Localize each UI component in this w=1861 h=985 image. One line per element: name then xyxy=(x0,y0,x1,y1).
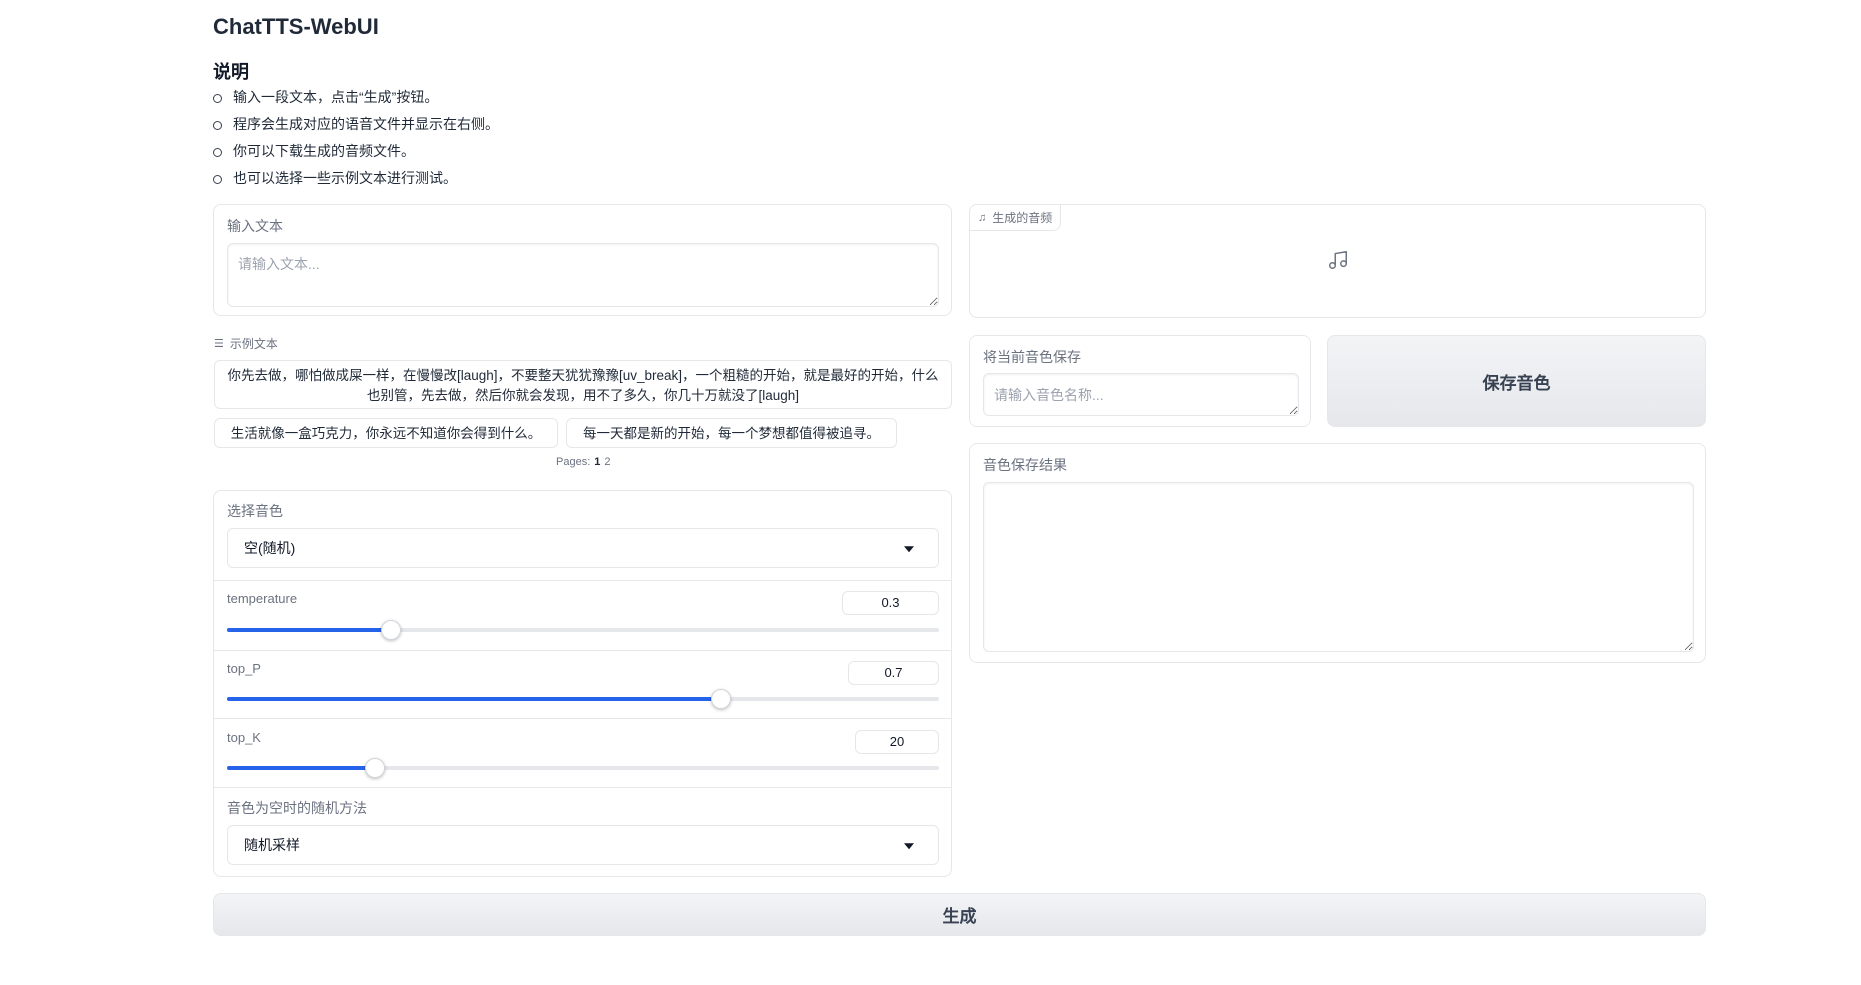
instruction-item: 你可以下载生成的音频文件。 xyxy=(213,138,499,165)
instruction-item: 程序会生成对应的语音文件并显示在右侧。 xyxy=(213,111,499,138)
voice-select-label: 选择音色 xyxy=(227,503,283,519)
page-2-link[interactable]: 2 xyxy=(604,456,610,468)
list-icon: ☰ xyxy=(214,338,224,350)
slider-handle[interactable] xyxy=(380,620,401,640)
temperature-input[interactable]: 0.3 xyxy=(842,591,939,615)
top-k-input[interactable]: 20 xyxy=(855,730,939,754)
audio-output-badge: ♫ 生成的音频 xyxy=(970,205,1062,231)
random-method-label: 音色为空时的随机方法 xyxy=(227,800,367,816)
instruction-item: 也可以选择一些示例文本进行测试。 xyxy=(213,165,499,192)
slider-fill xyxy=(227,628,391,632)
music-note-icon: ♫ xyxy=(978,211,987,224)
chevron-down-icon xyxy=(904,843,914,850)
instructions-list: 输入一段文本，点击“生成”按钮。 程序会生成对应的语音文件并显示在右侧。 你可以… xyxy=(213,84,499,192)
random-method-select[interactable]: 随机采样 xyxy=(227,825,939,865)
slider-handle[interactable] xyxy=(711,689,732,709)
example-item[interactable]: 生活就像一盒巧克力，你永远不知道你会得到什么。 xyxy=(214,418,558,448)
random-method-value: 随机采样 xyxy=(244,837,300,853)
slider-handle[interactable] xyxy=(365,758,386,778)
input-text-field[interactable] xyxy=(227,243,939,307)
top-k-slider[interactable] xyxy=(227,758,939,778)
divider xyxy=(214,580,952,581)
save-voice-button[interactable]: 保存音色 xyxy=(1327,335,1706,427)
voice-select[interactable]: 空(随机) xyxy=(227,528,939,568)
temperature-slider[interactable] xyxy=(227,620,939,640)
voice-name-field[interactable] xyxy=(983,373,1299,416)
examples-label-text: 示例文本 xyxy=(229,337,278,351)
save-voice-panel: 将当前音色保存 xyxy=(969,335,1311,427)
page-1-link[interactable]: 1 xyxy=(594,456,600,468)
pages-label: Pages: xyxy=(556,456,591,468)
app-title: ChatTTS-WebUI xyxy=(213,14,379,39)
instruction-item: 输入一段文本，点击“生成”按钮。 xyxy=(213,84,499,111)
save-result-label: 音色保存结果 xyxy=(983,457,1067,473)
example-item[interactable]: 你先去做，哪怕做成屎一样，在慢慢改[laugh]，不要整天犹犹豫豫[uv_bre… xyxy=(214,360,952,409)
input-text-panel: 输入文本 xyxy=(213,204,952,316)
input-text-label: 输入文本 xyxy=(227,218,283,234)
audio-output-label: 生成的音频 xyxy=(992,211,1053,225)
divider xyxy=(214,787,952,788)
save-voice-label: 将当前音色保存 xyxy=(983,349,1081,365)
top-k-label: top_K xyxy=(227,730,261,745)
divider xyxy=(214,718,952,719)
instructions-heading: 说明 xyxy=(213,62,249,82)
voice-select-value: 空(随机) xyxy=(244,540,296,556)
chevron-down-icon xyxy=(904,546,914,553)
examples-pagination: Pages: 1 2 xyxy=(556,456,611,468)
music-note-icon xyxy=(1327,249,1349,276)
slider-fill xyxy=(227,697,722,701)
top-p-input[interactable]: 0.7 xyxy=(848,661,939,685)
generate-button[interactable]: 生成 xyxy=(213,893,1706,936)
save-result-panel: 音色保存结果 xyxy=(969,443,1706,663)
slider-fill xyxy=(227,766,376,770)
examples-label: ☰ 示例文本 xyxy=(214,335,278,352)
temperature-label: temperature xyxy=(227,591,298,606)
audio-output-panel: ♫ 生成的音频 xyxy=(969,204,1706,318)
divider xyxy=(214,650,952,651)
save-result-field[interactable] xyxy=(983,482,1694,652)
top-p-slider[interactable] xyxy=(227,689,939,709)
example-item[interactable]: 每一天都是新的开始，每一个梦想都值得被追寻。 xyxy=(566,418,897,448)
top-p-label: top_P xyxy=(227,661,261,676)
